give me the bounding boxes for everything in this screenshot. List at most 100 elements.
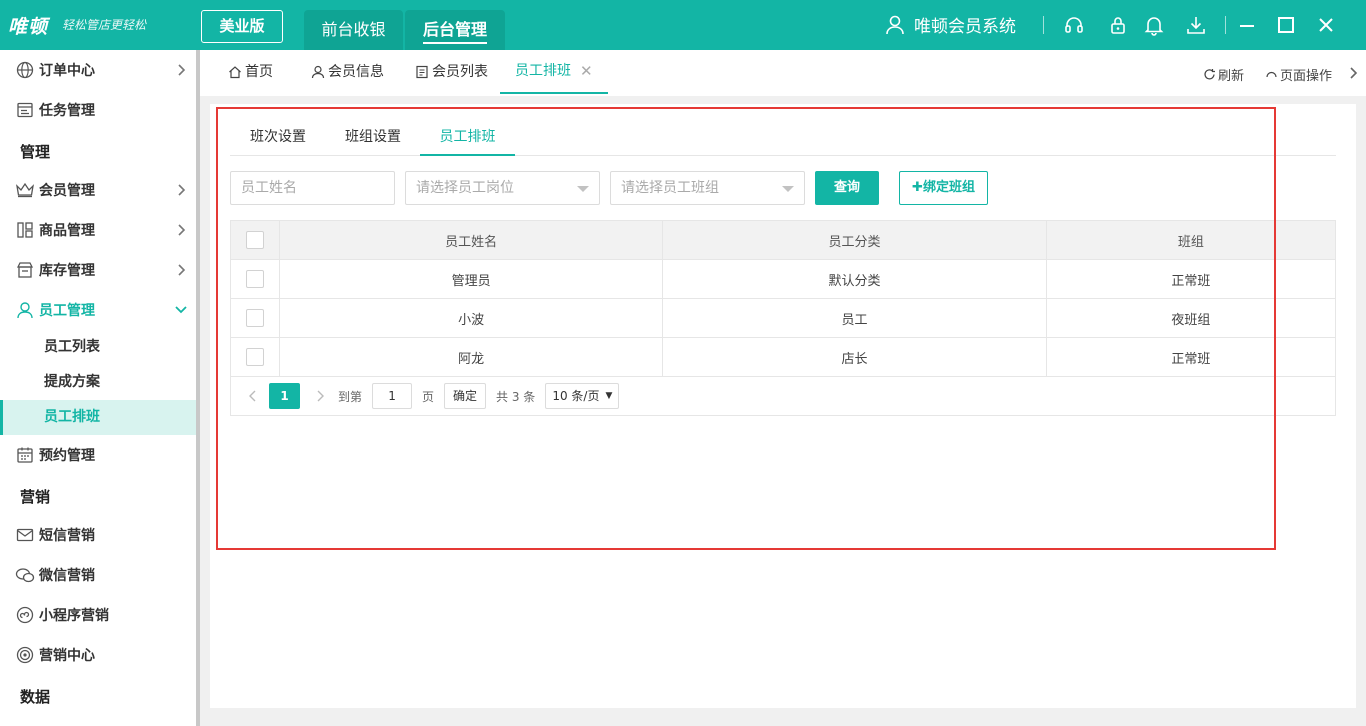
top-bar: 唯顿 轻松管店更轻松 美业版 前台收银 后台管理 唯顿会员系统 <box>0 0 1366 50</box>
sidebar-item-wechat[interactable]: 微信营销 <box>0 555 196 595</box>
cell-group: 夜班组 <box>1045 298 1337 338</box>
chevron-right-icon <box>178 184 186 196</box>
system-name: 唯顿会员系统 <box>914 17 1016 37</box>
tab-staff-scheduling[interactable]: 员工排班 <box>420 118 515 156</box>
chevron-right-icon[interactable] <box>1348 67 1358 79</box>
maximize-icon[interactable] <box>1274 13 1298 37</box>
chevron-right-icon <box>178 64 186 76</box>
group-select[interactable]: 请选择员工班组 <box>610 171 805 205</box>
headset-icon[interactable] <box>1063 14 1085 36</box>
page-tab-label: 会员列表 <box>432 64 488 80</box>
page-tab-member-info[interactable]: 会员信息 <box>311 50 384 94</box>
minimize-icon[interactable] <box>1235 13 1259 37</box>
chevron-down-icon <box>175 306 187 314</box>
column-header-category: 员工分类 <box>662 220 1047 260</box>
refresh-label: 刷新 <box>1218 69 1245 84</box>
staff-table: 员工姓名 员工分类 班组 管理员 默认分类 正常班 小波 员工 夜班组 阿龙 店… <box>230 220 1337 377</box>
tab-front-cashier[interactable]: 前台收银 <box>304 10 403 50</box>
staff-name-input[interactable]: 员工姓名 <box>230 171 395 205</box>
home-icon <box>229 66 241 79</box>
sidebar-item-miniapp[interactable]: 小程序营销 <box>0 595 196 635</box>
sidebar-item-sms[interactable]: 短信营销 <box>0 515 196 555</box>
page-ops-button[interactable]: 页面操作 <box>1265 65 1332 84</box>
refresh-button[interactable]: 刷新 <box>1203 65 1244 84</box>
select-all-checkbox[interactable] <box>246 231 264 249</box>
calendar-icon <box>15 445 35 465</box>
column-header-name: 员工姓名 <box>278 220 664 260</box>
cell-category: 默认分类 <box>662 259 1047 299</box>
goto-page-input[interactable]: 1 <box>372 383 413 409</box>
prev-page-icon[interactable] <box>245 388 261 404</box>
download-icon[interactable] <box>1185 14 1207 36</box>
user-icon <box>311 65 325 79</box>
row-select-cell <box>230 298 280 338</box>
chevron-right-icon <box>178 224 186 236</box>
store-icon <box>15 260 35 280</box>
sidebar-item-label: 短信营销 <box>39 528 95 544</box>
column-header-group: 班组 <box>1045 220 1337 260</box>
sidebar-item-members[interactable]: 会员管理 <box>0 170 196 210</box>
sidebar-item-appointments[interactable]: 预约管理 <box>0 435 196 475</box>
tab-back-admin[interactable]: 后台管理 <box>405 10 505 50</box>
system-account[interactable]: 唯顿会员系统 <box>884 12 1016 37</box>
wechat-icon <box>15 565 35 585</box>
next-page-icon[interactable] <box>312 388 328 404</box>
tab-group-settings[interactable]: 班组设置 <box>331 118 415 156</box>
sidebar-item-goods[interactable]: 商品管理 <box>0 210 196 250</box>
sidebar-item-tasks[interactable]: 任务管理 <box>0 90 196 130</box>
sidebar-item-inventory[interactable]: 库存管理 <box>0 250 196 290</box>
row-checkbox[interactable] <box>246 270 264 288</box>
close-icon[interactable]: ✕ <box>580 48 593 94</box>
row-checkbox[interactable] <box>246 309 264 327</box>
page-tab-label: 员工排班 <box>515 63 571 79</box>
goto-confirm-button[interactable]: 确定 <box>444 383 487 409</box>
bell-icon[interactable] <box>1143 14 1165 36</box>
cell-name: 管理员 <box>278 259 664 299</box>
table-row[interactable]: 小波 员工 夜班组 <box>230 298 1337 338</box>
sidebar-item-label: 订单中心 <box>39 63 95 79</box>
crown-icon <box>15 180 35 200</box>
sidebar-scrollbar[interactable] <box>196 50 200 726</box>
cell-name: 小波 <box>278 298 664 338</box>
list-icon <box>416 65 428 79</box>
sidebar-item-label: 商品管理 <box>39 223 95 239</box>
sidebar-item-orders[interactable]: 订单中心 <box>0 50 196 90</box>
user-icon <box>886 15 904 34</box>
tab-back-admin-label: 后台管理 <box>422 20 487 44</box>
row-checkbox[interactable] <box>246 348 264 366</box>
divider <box>1043 16 1044 34</box>
query-button[interactable]: 查询 <box>815 171 879 205</box>
table-row[interactable]: 阿龙 店长 正常班 <box>230 337 1337 377</box>
tab-shift-settings[interactable]: 班次设置 <box>236 118 320 156</box>
current-page[interactable]: 1 <box>269 383 300 409</box>
page-tab-label: 首页 <box>245 64 273 80</box>
page-size-select[interactable]: 10 条/页 ▼ <box>545 383 620 409</box>
position-select[interactable]: 请选择员工岗位 <box>405 171 600 205</box>
page-tab-member-list[interactable]: 会员列表 <box>415 50 488 94</box>
select-all-cell <box>230 220 280 260</box>
sidebar-item-label: 小程序营销 <box>39 608 109 624</box>
page-tab-home[interactable]: 首页 <box>228 50 273 94</box>
lock-icon[interactable] <box>1107 14 1129 36</box>
sidebar-item-label: 任务管理 <box>39 103 95 119</box>
chevron-right-icon <box>178 264 186 276</box>
sidebar-subitem-commission[interactable]: 提成方案 <box>0 365 196 400</box>
table-row[interactable]: 管理员 默认分类 正常班 <box>230 259 1337 299</box>
bind-group-button[interactable]: ✚绑定班组 <box>899 171 988 205</box>
sidebar-subitem-scheduling[interactable]: 员工排班 <box>0 400 196 435</box>
sidebar-item-label: 微信营销 <box>39 568 95 584</box>
sub-tabs: 班次设置 班组设置 员工排班 <box>230 118 1336 156</box>
sidebar: 订单中心 任务管理 管理 会员管理 商品管理 库存管理 员工管理 员工列表 提成… <box>0 50 196 726</box>
close-icon[interactable] <box>1314 13 1338 37</box>
app-logo: 唯顿 <box>8 16 49 38</box>
app-slogan: 轻松管店更轻松 <box>62 18 147 32</box>
sidebar-item-staff[interactable]: 员工管理 <box>0 290 196 330</box>
edition-button[interactable]: 美业版 <box>201 10 283 43</box>
goods-icon <box>15 220 35 240</box>
sidebar-item-marketing-center[interactable]: 营销中心 <box>0 635 196 675</box>
page-ops-icon <box>1266 71 1277 78</box>
sidebar-subitem-staff-list[interactable]: 员工列表 <box>0 330 196 365</box>
cell-group: 正常班 <box>1045 337 1337 377</box>
page-tab-scheduling[interactable]: 员工排班 ✕ <box>500 50 608 94</box>
globe-icon <box>15 60 35 80</box>
